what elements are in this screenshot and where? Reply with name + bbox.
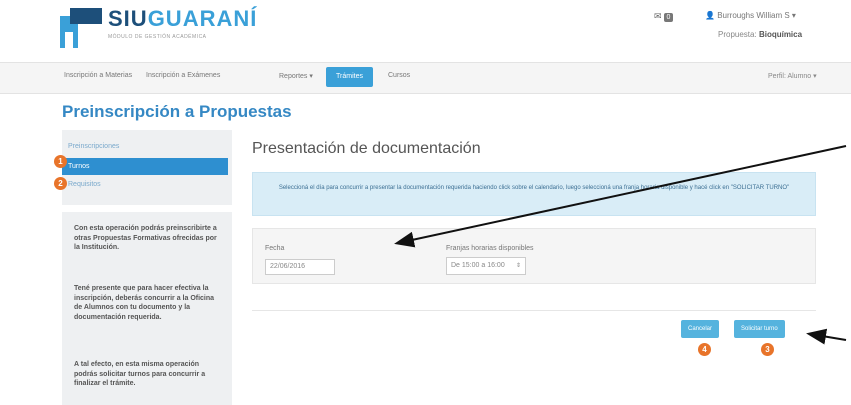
annotation-arrows	[394, 145, 847, 345]
arrow-to-fecha-icon	[394, 145, 847, 248]
arrow-to-submit-icon	[806, 328, 847, 345]
